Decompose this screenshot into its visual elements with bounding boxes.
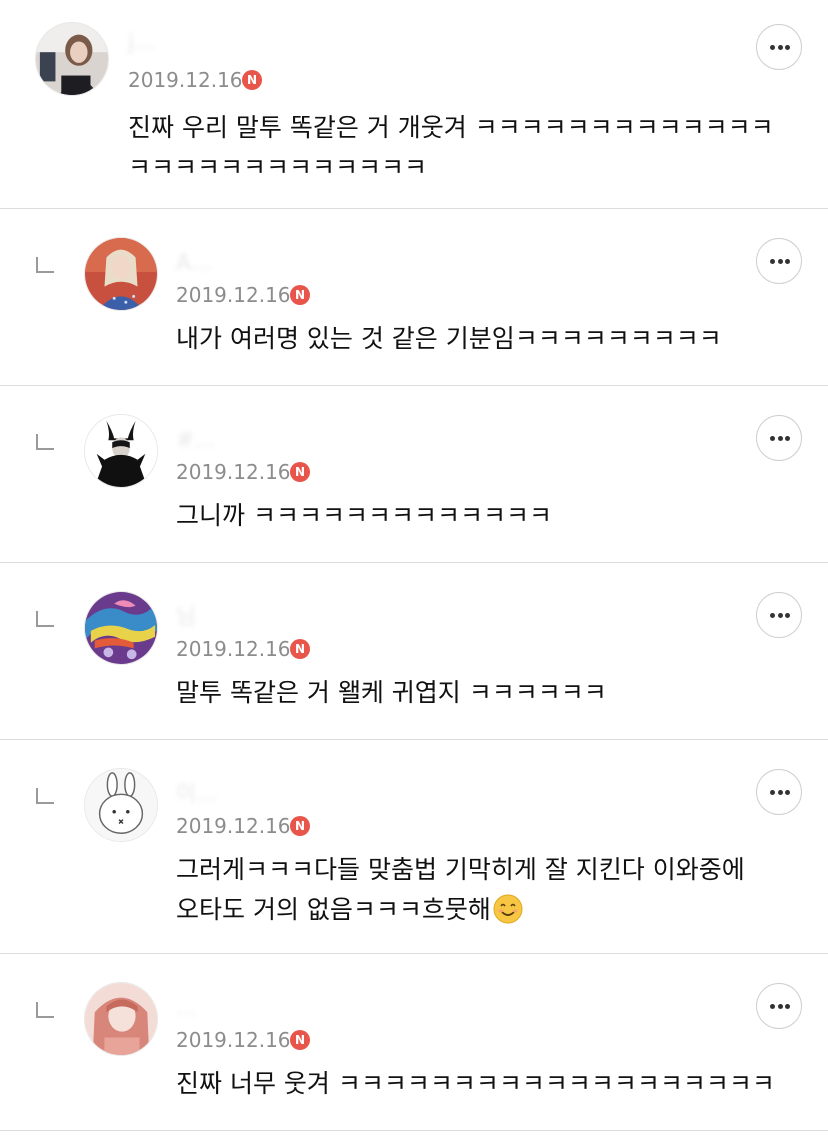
avatar[interactable] <box>84 768 158 842</box>
avatar[interactable] <box>84 237 158 311</box>
username[interactable]: ... <box>176 996 197 1022</box>
comment-date: 2019.12.16 <box>176 1028 291 1052</box>
username[interactable]: j... <box>128 30 155 56</box>
new-badge: N <box>290 462 310 482</box>
avatar[interactable] <box>84 414 158 488</box>
more-horizontal-icon <box>770 259 790 264</box>
new-badge: N <box>290 1030 310 1050</box>
reply-item: 이... 2019.12.16 N 그러게ㅋㅋㅋ다들 맞춤법 기막히게 잘 지킨… <box>0 740 828 954</box>
reply-item: A... 2019.12.16 N 내가 여러명 있는 것 같은 기분임ㅋㅋㅋㅋ… <box>0 209 828 386</box>
more-button[interactable] <box>756 769 802 815</box>
maleficent-avatar-icon <box>85 415 157 487</box>
colorful-art-avatar-icon <box>85 592 157 664</box>
new-badge: N <box>242 70 262 90</box>
avatar[interactable] <box>84 591 158 665</box>
avatar[interactable] <box>35 22 109 96</box>
comment-date: 2019.12.16 <box>128 68 243 92</box>
more-horizontal-icon <box>770 45 790 50</box>
comment-date: 2019.12.16 <box>176 814 291 838</box>
comment-item: j... 2019.12.16 N 진짜 우리 말투 똑같은 거 개웃겨 ㅋㅋㅋ… <box>0 0 828 209</box>
reply-indent-icon <box>36 434 54 450</box>
comment-text-line: 내가 여러명 있는 것 같은 기분임ㅋㅋㅋㅋㅋㅋㅋㅋㅋ <box>176 324 722 353</box>
girl-selfie-avatar-icon <box>85 983 157 1055</box>
more-horizontal-icon <box>770 436 790 441</box>
comment-text-line: 진짜 우리 말투 똑같은 거 개웃겨 ㅋㅋㅋㅋㅋㅋㅋㅋㅋㅋㅋㅋㅋ <box>128 113 774 142</box>
comment-text-line: 오타도 거의 없음ㅋㅋㅋ흐뭇해 <box>176 895 491 924</box>
username[interactable]: A... <box>176 251 212 277</box>
comment-text-line: 그니까 ㅋㅋㅋㅋㅋㅋㅋㅋㅋㅋㅋㅋㅋ <box>176 501 552 530</box>
comment-text: 그러게ㅋㅋㅋ다들 맞춤법 기막히게 잘 지킨다 이와중에 오타도 거의 없음ㅋㅋ… <box>176 850 745 930</box>
comment-text: 진짜 너무 웃겨 ㅋㅋㅋㅋㅋㅋㅋㅋㅋㅋㅋㅋㅋㅋㅋㅋㅋㅋㅋ <box>176 1064 775 1104</box>
new-badge: N <box>290 816 310 836</box>
comment-text: 내가 여러명 있는 것 같은 기분임ㅋㅋㅋㅋㅋㅋㅋㅋㅋ <box>176 319 722 359</box>
reply-item: #... 2019.12.16 N 그니까 ㅋㅋㅋㅋㅋㅋㅋㅋㅋㅋㅋㅋㅋ <box>0 386 828 563</box>
reply-item: ... 2019.12.16 N 진짜 너무 웃겨 ㅋㅋㅋㅋㅋㅋㅋㅋㅋㅋㅋㅋㅋㅋ… <box>0 954 828 1131</box>
new-badge: N <box>290 285 310 305</box>
comment-date: 2019.12.16 <box>176 460 291 484</box>
comment-text: 진짜 우리 말투 똑같은 거 개웃겨 ㅋㅋㅋㅋㅋㅋㅋㅋㅋㅋㅋㅋㅋ ㅋㅋㅋㅋㅋㅋㅋ… <box>128 108 774 188</box>
smiling-face-emoji-icon <box>493 894 523 924</box>
reply-indent-icon <box>36 611 54 627</box>
username[interactable]: 이... <box>176 782 217 808</box>
avatar[interactable] <box>84 982 158 1056</box>
username[interactable]: 님 <box>176 605 196 631</box>
comment-text-line: 진짜 너무 웃겨 ㅋㅋㅋㅋㅋㅋㅋㅋㅋㅋㅋㅋㅋㅋㅋㅋㅋㅋㅋ <box>176 1069 775 1098</box>
more-button[interactable] <box>756 24 802 70</box>
new-badge: N <box>290 639 310 659</box>
more-horizontal-icon <box>770 790 790 795</box>
girl-photo-avatar-icon <box>36 23 108 95</box>
comment-text-line: 그러게ㅋㅋㅋ다들 맞춤법 기막히게 잘 지킨다 이와중에 <box>176 855 745 884</box>
rabbit-avatar-icon <box>85 769 157 841</box>
username[interactable]: #... <box>176 428 215 454</box>
more-horizontal-icon <box>770 1004 790 1009</box>
comment-text: 그니까 ㅋㅋㅋㅋㅋㅋㅋㅋㅋㅋㅋㅋㅋ <box>176 496 552 536</box>
more-horizontal-icon <box>770 613 790 618</box>
reply-item: 님 2019.12.16 N 말투 똑같은 거 왤케 귀엽지 ㅋㅋㅋㅋㅋㅋ <box>0 563 828 740</box>
elsa-avatar-icon <box>85 238 157 310</box>
reply-indent-icon <box>36 257 54 273</box>
comment-text-line: ㅋㅋㅋㅋㅋㅋㅋㅋㅋㅋㅋㅋㅋ <box>128 153 428 182</box>
reply-indent-icon <box>36 1002 54 1018</box>
more-button[interactable] <box>756 592 802 638</box>
comment-text: 말투 똑같은 거 왤케 귀엽지 ㅋㅋㅋㅋㅋㅋ <box>176 673 607 713</box>
more-button[interactable] <box>756 983 802 1029</box>
comment-text-line-with-emoji: 오타도 거의 없음ㅋㅋㅋ흐뭇해 <box>176 890 745 930</box>
comment-date: 2019.12.16 <box>176 283 291 307</box>
comment-date: 2019.12.16 <box>176 637 291 661</box>
more-button[interactable] <box>756 238 802 284</box>
reply-indent-icon <box>36 788 54 804</box>
more-button[interactable] <box>756 415 802 461</box>
comment-text-line: 말투 똑같은 거 왤케 귀엽지 ㅋㅋㅋㅋㅋㅋ <box>176 678 607 707</box>
